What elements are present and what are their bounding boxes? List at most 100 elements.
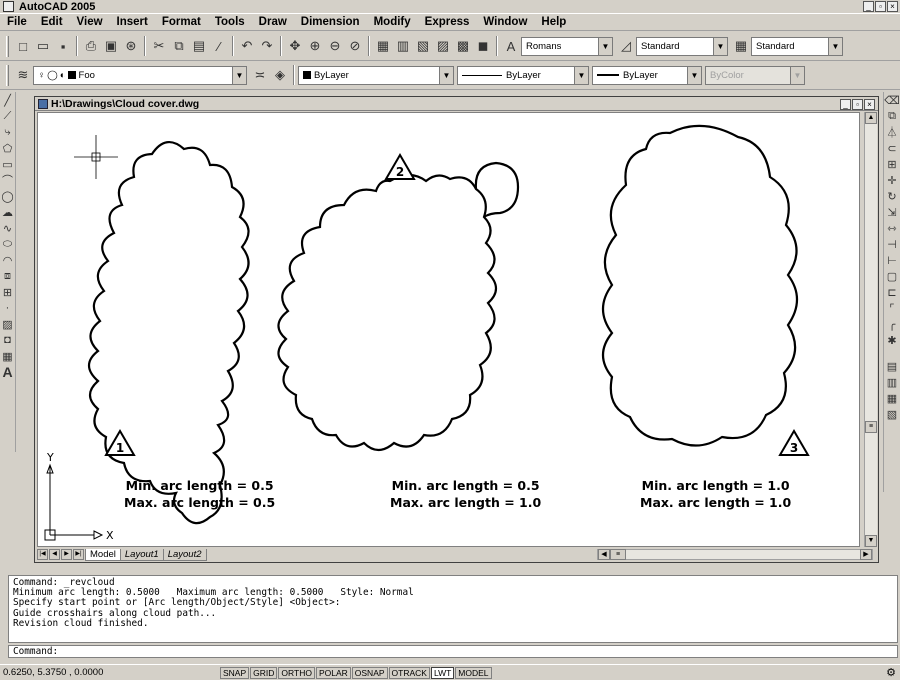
menu-draw[interactable]: Draw [252,16,294,28]
linetype-select[interactable]: ByLayer ▼ [457,65,589,85]
make-block-icon[interactable]: ⊞ [1,284,15,300]
hatch-icon[interactable]: ▨ [1,316,15,332]
close-icon[interactable]: × [887,1,898,12]
scale-icon[interactable]: ⇲ [885,204,899,220]
layer-previous-icon[interactable]: ◈ [270,65,290,85]
minimize-icon[interactable]: _ [863,1,874,12]
text-style-select[interactable]: Romans ▼ [521,36,613,56]
zoom-window-icon[interactable]: ⊖ [325,36,345,56]
redo-icon[interactable]: ↷ [257,36,277,56]
multiline-text-icon[interactable]: A [1,364,15,380]
prev-tab-icon[interactable]: ◀ [49,549,60,560]
plot-preview-icon[interactable]: ▣ [101,36,121,56]
autocad-icon[interactable] [3,1,14,12]
menu-insert[interactable]: Insert [110,16,155,28]
copy-object-icon[interactable]: ⧉ [885,108,899,124]
open-file-icon[interactable]: ▭ [33,36,53,56]
plotstyle-select[interactable]: ByColor ▼ [705,65,805,85]
cut-icon[interactable]: ✂ [149,36,169,56]
coordinate-readout[interactable]: 0.6250, 5.3750 , 0.0000 [0,667,220,678]
chevron-down-icon[interactable]: ▼ [439,66,453,84]
toolbar-grip[interactable] [6,64,9,86]
move-icon[interactable]: ✛ [885,172,899,188]
offset-icon[interactable]: ⊂ [885,140,899,156]
first-tab-icon[interactable]: |◀ [37,549,48,560]
menu-format[interactable]: Format [155,16,208,28]
pan-icon[interactable]: ✥ [285,36,305,56]
last-tab-icon[interactable]: ▶| [73,549,84,560]
tab-layout1[interactable]: Layout1 [119,548,164,561]
lwt-toggle[interactable]: LWT [430,666,455,679]
next-tab-icon[interactable]: ▶ [61,549,72,560]
send-back-icon[interactable]: ▦ [885,390,899,406]
properties-icon[interactable]: ▦ [373,36,393,56]
menu-modify[interactable]: Modify [367,16,418,28]
ortho-toggle[interactable]: ORTHO [278,666,315,679]
point-icon[interactable]: · [1,300,15,316]
zoom-realtime-icon[interactable]: ⊕ [305,36,325,56]
ellipse-arc-icon[interactable]: ◠ [1,252,15,268]
plot-icon[interactable]: ⎙ [81,36,101,56]
drawing-icon[interactable] [38,98,48,109]
dim-style-select[interactable]: Standard ▼ [636,36,728,56]
chevron-down-icon[interactable]: ▼ [828,37,842,55]
mirror-icon[interactable]: ⏃ [885,124,899,140]
scroll-right-icon[interactable]: ▶ [860,549,872,560]
sheet-set-icon[interactable]: ▨ [433,36,453,56]
color-select[interactable]: ByLayer ▼ [298,65,454,85]
menu-dimension[interactable]: Dimension [294,16,367,28]
table-icon[interactable]: ▦ [1,348,15,364]
join-icon[interactable]: ⊏ [885,284,899,300]
chevron-down-icon[interactable]: ▼ [232,66,246,84]
scroll-up-icon[interactable]: ▲ [865,112,877,124]
polygon-icon[interactable]: ⬠ [1,140,15,156]
construction-line-icon[interactable]: ⟋ [1,108,15,124]
model-toggle[interactable]: MODEL [455,666,492,679]
chevron-down-icon[interactable]: ▼ [598,37,612,55]
drawing-canvas[interactable]: 1 2 3 Y X Min. arc length = 0.5 Max. arc… [37,112,860,547]
erase-icon[interactable]: ⌫ [884,92,900,108]
design-center-icon[interactable]: ▥ [393,36,413,56]
markup-icon[interactable]: ▩ [453,36,473,56]
osnap-toggle[interactable]: OSNAP [351,666,388,679]
match-properties-icon[interactable]: ∕ [209,36,229,56]
scroll-thumb[interactable]: ≡ [865,421,877,433]
horizontal-scrollbar[interactable]: ◀ ≡ ▶ [597,549,873,560]
spline-icon[interactable]: ∿ [1,220,15,236]
table-style-icon[interactable]: ▦ [731,36,751,56]
command-input[interactable]: Command: [8,645,898,658]
dim-style-icon[interactable]: ◿ [616,36,636,56]
extend-icon[interactable]: ⊢ [885,252,899,268]
chevron-down-icon[interactable]: ▼ [713,37,727,55]
layer-manager-icon[interactable]: ≋ [13,65,33,85]
polar-toggle[interactable]: POLAR [315,666,351,679]
tool-palettes-icon[interactable]: ▧ [413,36,433,56]
ellipse-icon[interactable]: ⬭ [1,236,15,252]
chevron-down-icon[interactable]: ▼ [790,66,804,84]
copy-icon[interactable]: ⧉ [169,36,189,56]
rectangle-icon[interactable]: ▭ [1,156,15,172]
menu-help[interactable]: Help [534,16,573,28]
polyline-icon[interactable]: ⤷ [1,124,15,140]
hscroll-thumb[interactable]: ≡ [610,549,626,560]
restore-icon[interactable]: ▫ [852,99,863,110]
grid-toggle[interactable]: GRID [250,666,278,679]
chevron-down-icon[interactable]: ▼ [687,66,701,84]
make-current-icon[interactable]: ≍ [250,65,270,85]
undo-icon[interactable]: ↶ [237,36,257,56]
minimize-icon[interactable]: _ [840,99,851,110]
arc-icon[interactable]: ⌒ [1,172,15,188]
draworder-icon[interactable]: ▤ [885,358,899,374]
paste-icon[interactable]: ▤ [189,36,209,56]
vertical-scrollbar[interactable]: ▲ ≡ ▼ [864,112,877,547]
region-icon[interactable]: ◘ [1,332,15,348]
save-icon[interactable]: ▪ [53,36,73,56]
scroll-left-icon[interactable]: ◀ [598,549,610,560]
quickcalc-icon[interactable]: ◼ [473,36,493,56]
zoom-previous-icon[interactable]: ⊘ [345,36,365,56]
menu-file[interactable]: File [0,16,34,28]
otrack-toggle[interactable]: OTRACK [388,666,430,679]
stretch-icon[interactable]: ⇿ [885,220,899,236]
break-icon[interactable]: ▢ [885,268,899,284]
chevron-down-icon[interactable]: ▼ [574,66,588,84]
